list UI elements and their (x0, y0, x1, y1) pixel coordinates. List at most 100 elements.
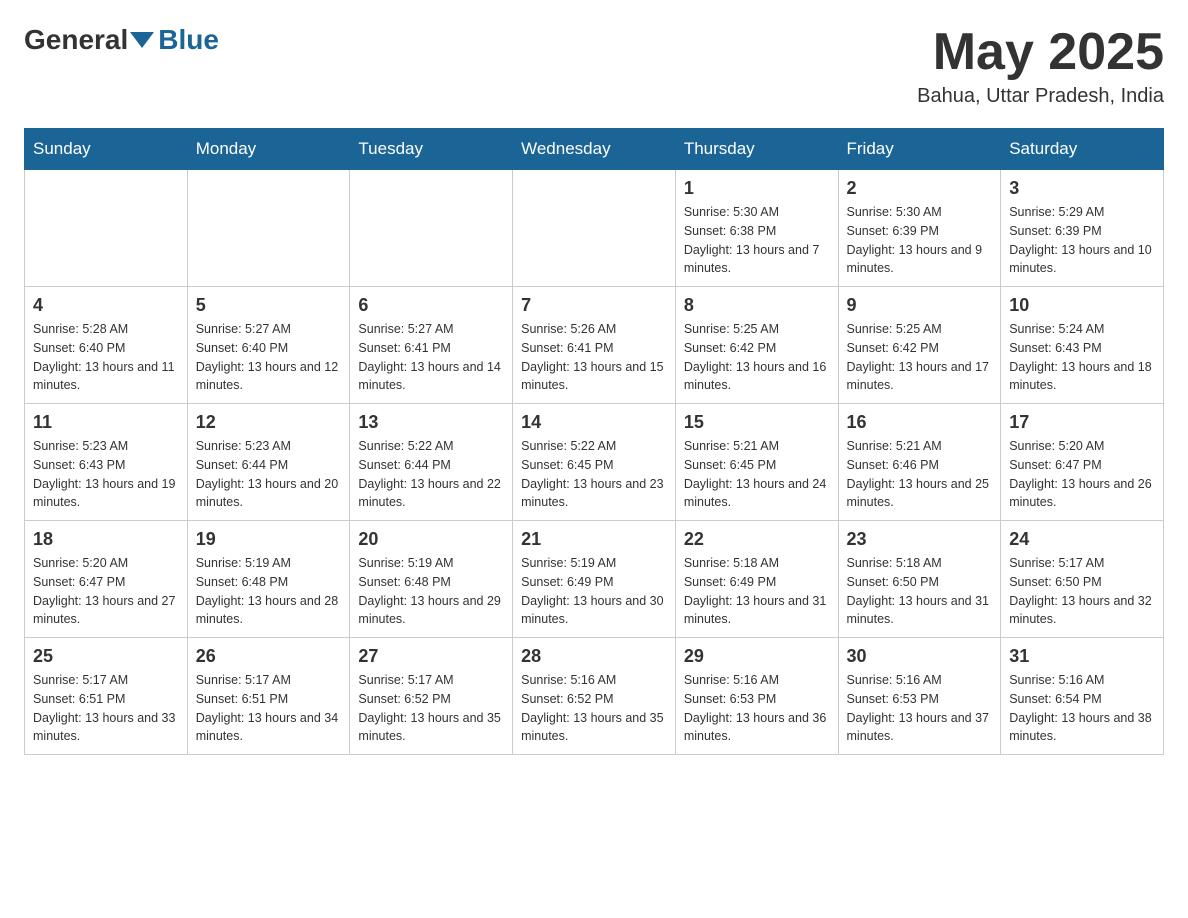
calendar-cell: 14 Sunrise: 5:22 AMSunset: 6:45 PMDayligh… (513, 404, 676, 521)
day-info: Sunrise: 5:19 AMSunset: 6:48 PMDaylight:… (196, 554, 342, 629)
calendar-cell: 15 Sunrise: 5:21 AMSunset: 6:45 PMDayligh… (675, 404, 838, 521)
day-info: Sunrise: 5:29 AMSunset: 6:39 PMDaylight:… (1009, 203, 1155, 278)
calendar-week-row: 25Sunrise: 5:17 AMSunset: 6:51 PMDayligh… (25, 638, 1164, 755)
day-number: 4 (33, 295, 179, 316)
day-number: 22 (684, 529, 830, 550)
day-number: 19 (196, 529, 342, 550)
calendar-cell: 24 Sunrise: 5:17 AMSunset: 6:50 PMDayligh… (1001, 521, 1164, 638)
day-number: 12 (196, 412, 342, 433)
weekday-header-tuesday: Tuesday (350, 129, 513, 170)
calendar-cell: 7Sunrise: 5:26 AMSunset: 6:41 PMDaylight… (513, 287, 676, 404)
calendar-cell: 6Sunrise: 5:27 AMSunset: 6:41 PMDaylight… (350, 287, 513, 404)
calendar-cell: 1 Sunrise: 5:30 AMSunset: 6:38 PMDaylight… (675, 170, 838, 287)
day-number: 9 (847, 295, 993, 316)
calendar-cell: 8 Sunrise: 5:25 AMSunset: 6:42 PMDaylight… (675, 287, 838, 404)
calendar-week-row: 4 Sunrise: 5:28 AMSunset: 6:40 PMDaylight… (25, 287, 1164, 404)
day-info: Sunrise: 5:21 AMSunset: 6:45 PMDaylight:… (684, 437, 830, 512)
day-info: Sunrise: 5:30 AMSunset: 6:38 PMDaylight:… (684, 203, 830, 278)
day-number: 29 (684, 646, 830, 667)
day-number: 13 (358, 412, 504, 433)
location-title: Bahua, Uttar Pradesh, India (917, 85, 1164, 108)
calendar-cell: 18Sunrise: 5:20 AMSunset: 6:47 PMDayligh… (25, 521, 188, 638)
calendar-cell: 4 Sunrise: 5:28 AMSunset: 6:40 PMDaylight… (25, 287, 188, 404)
weekday-header-thursday: Thursday (675, 129, 838, 170)
calendar-cell (350, 170, 513, 287)
month-title: May 2025 (917, 24, 1164, 81)
day-info: Sunrise: 5:19 AMSunset: 6:49 PMDaylight:… (521, 554, 667, 629)
day-info: Sunrise: 5:30 AMSunset: 6:39 PMDaylight:… (847, 203, 993, 278)
day-number: 3 (1009, 178, 1155, 199)
day-number: 14 (521, 412, 667, 433)
weekday-header-friday: Friday (838, 129, 1001, 170)
day-info: Sunrise: 5:17 AMSunset: 6:52 PMDaylight:… (358, 671, 504, 746)
day-number: 27 (358, 646, 504, 667)
calendar-cell: 10 Sunrise: 5:24 AMSunset: 6:43 PMDayligh… (1001, 287, 1164, 404)
day-info: Sunrise: 5:23 AMSunset: 6:44 PMDaylight:… (196, 437, 342, 512)
day-info: Sunrise: 5:22 AMSunset: 6:44 PMDaylight:… (358, 437, 504, 512)
day-number: 21 (521, 529, 667, 550)
calendar-cell: 9Sunrise: 5:25 AMSunset: 6:42 PMDaylight… (838, 287, 1001, 404)
day-info: Sunrise: 5:25 AMSunset: 6:42 PMDaylight:… (684, 320, 830, 395)
weekday-header-sunday: Sunday (25, 129, 188, 170)
calendar-cell: 30Sunrise: 5:16 AMSunset: 6:53 PMDayligh… (838, 638, 1001, 755)
day-number: 30 (847, 646, 993, 667)
calendar-cell: 12 Sunrise: 5:23 AMSunset: 6:44 PMDayligh… (187, 404, 350, 521)
day-number: 20 (358, 529, 504, 550)
calendar-cell: 26Sunrise: 5:17 AMSunset: 6:51 PMDayligh… (187, 638, 350, 755)
day-info: Sunrise: 5:26 AMSunset: 6:41 PMDaylight:… (521, 320, 667, 395)
day-info: Sunrise: 5:16 AMSunset: 6:53 PMDaylight:… (684, 671, 830, 746)
day-info: Sunrise: 5:17 AMSunset: 6:51 PMDaylight:… (196, 671, 342, 746)
weekday-header-monday: Monday (187, 129, 350, 170)
day-info: Sunrise: 5:17 AMSunset: 6:50 PMDaylight:… (1009, 554, 1155, 629)
day-number: 10 (1009, 295, 1155, 316)
page-header: General Blue May 2025 Bahua, Uttar Prade… (24, 24, 1164, 108)
day-info: Sunrise: 5:17 AMSunset: 6:51 PMDaylight:… (33, 671, 179, 746)
day-number: 16 (847, 412, 993, 433)
day-info: Sunrise: 5:16 AMSunset: 6:54 PMDaylight:… (1009, 671, 1155, 746)
title-section: May 2025 Bahua, Uttar Pradesh, India (917, 24, 1164, 108)
logo-general-text: General (24, 24, 128, 56)
calendar-cell: 23Sunrise: 5:18 AMSunset: 6:50 PMDayligh… (838, 521, 1001, 638)
calendar-cell: 13 Sunrise: 5:22 AMSunset: 6:44 PMDayligh… (350, 404, 513, 521)
weekday-header-wednesday: Wednesday (513, 129, 676, 170)
day-number: 17 (1009, 412, 1155, 433)
day-number: 28 (521, 646, 667, 667)
calendar-cell: 29 Sunrise: 5:16 AMSunset: 6:53 PMDayligh… (675, 638, 838, 755)
calendar-cell: 16Sunrise: 5:21 AMSunset: 6:46 PMDayligh… (838, 404, 1001, 521)
calendar-cell: 20 Sunrise: 5:19 AMSunset: 6:48 PMDayligh… (350, 521, 513, 638)
calendar-week-row: 11 Sunrise: 5:23 AMSunset: 6:43 PMDayligh… (25, 404, 1164, 521)
weekday-header-saturday: Saturday (1001, 129, 1164, 170)
calendar-cell: 27 Sunrise: 5:17 AMSunset: 6:52 PMDayligh… (350, 638, 513, 755)
calendar-week-row: 18Sunrise: 5:20 AMSunset: 6:47 PMDayligh… (25, 521, 1164, 638)
logo-blue-text: Blue (158, 24, 219, 56)
day-number: 5 (196, 295, 342, 316)
calendar-cell: 28Sunrise: 5:16 AMSunset: 6:52 PMDayligh… (513, 638, 676, 755)
logo: General Blue (24, 24, 219, 56)
calendar-cell: 5Sunrise: 5:27 AMSunset: 6:40 PMDaylight… (187, 287, 350, 404)
calendar-cell: 2Sunrise: 5:30 AMSunset: 6:39 PMDaylight… (838, 170, 1001, 287)
day-info: Sunrise: 5:23 AMSunset: 6:43 PMDaylight:… (33, 437, 179, 512)
day-info: Sunrise: 5:19 AMSunset: 6:48 PMDaylight:… (358, 554, 504, 629)
calendar-header: SundayMondayTuesdayWednesdayThursdayFrid… (25, 129, 1164, 170)
day-info: Sunrise: 5:24 AMSunset: 6:43 PMDaylight:… (1009, 320, 1155, 395)
day-number: 1 (684, 178, 830, 199)
day-info: Sunrise: 5:22 AMSunset: 6:45 PMDaylight:… (521, 437, 667, 512)
calendar-week-row: 1 Sunrise: 5:30 AMSunset: 6:38 PMDaylight… (25, 170, 1164, 287)
day-number: 18 (33, 529, 179, 550)
calendar-cell: 31Sunrise: 5:16 AMSunset: 6:54 PMDayligh… (1001, 638, 1164, 755)
day-number: 11 (33, 412, 179, 433)
calendar-cell (187, 170, 350, 287)
weekday-header-row: SundayMondayTuesdayWednesdayThursdayFrid… (25, 129, 1164, 170)
calendar-table: SundayMondayTuesdayWednesdayThursdayFrid… (24, 128, 1164, 755)
calendar-cell: 11 Sunrise: 5:23 AMSunset: 6:43 PMDayligh… (25, 404, 188, 521)
day-number: 23 (847, 529, 993, 550)
day-info: Sunrise: 5:20 AMSunset: 6:47 PMDaylight:… (1009, 437, 1155, 512)
calendar-cell: 17 Sunrise: 5:20 AMSunset: 6:47 PMDayligh… (1001, 404, 1164, 521)
day-number: 6 (358, 295, 504, 316)
day-number: 8 (684, 295, 830, 316)
day-info: Sunrise: 5:18 AMSunset: 6:49 PMDaylight:… (684, 554, 830, 629)
day-number: 15 (684, 412, 830, 433)
day-number: 24 (1009, 529, 1155, 550)
day-info: Sunrise: 5:28 AMSunset: 6:40 PMDaylight:… (33, 320, 179, 395)
calendar-cell (25, 170, 188, 287)
